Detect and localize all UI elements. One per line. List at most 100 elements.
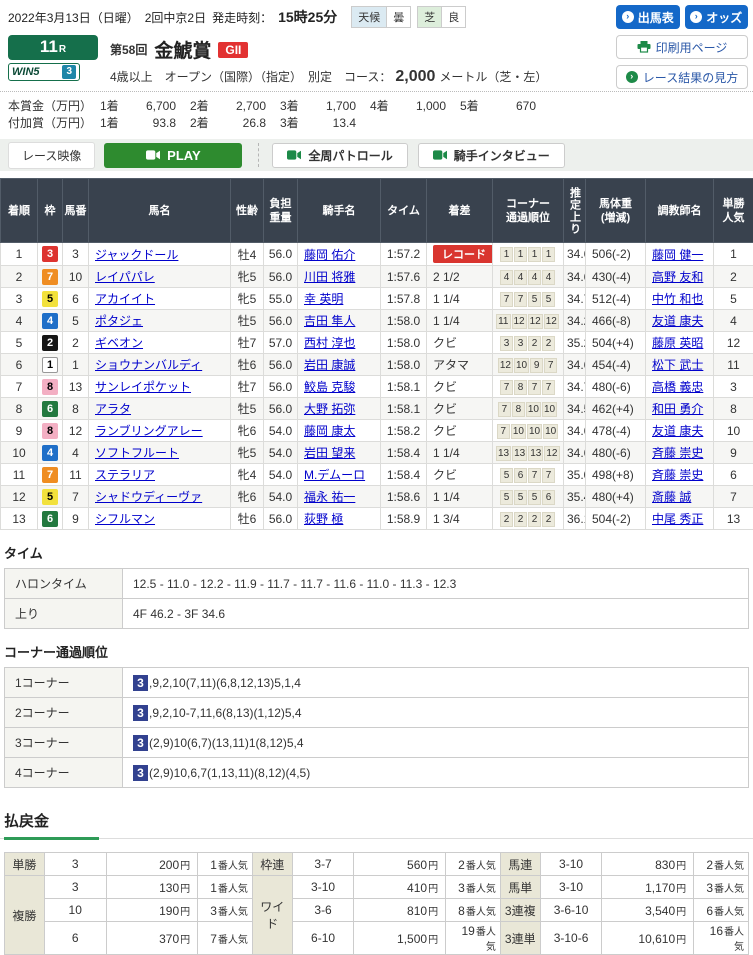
time-cell: 1:58.1 [381,398,427,420]
finish-pos: 3 [1,288,38,310]
horse-link[interactable]: アカイイト [95,292,155,306]
payout-row: 10 190円 3番人気 3-6 810円 8番人気 3連複 3-6-10 3,… [5,899,749,922]
jockey-link[interactable]: 大野 拓弥 [304,402,355,416]
horse-link[interactable]: シフルマン [95,512,155,526]
finish-pos: 7 [1,376,38,398]
divider [258,143,259,167]
horse-link[interactable]: サンレイポケット [95,380,191,394]
jockey-link[interactable]: 吉田 隼人 [304,314,355,328]
jockey-link[interactable]: 岩田 望来 [304,446,355,460]
corner-passage: 5556 [493,486,564,508]
play-button[interactable]: PLAY [104,143,242,168]
col-frame: 枠 [38,179,63,243]
frame-cell: 7 [38,266,63,288]
trainer-link[interactable]: 藤岡 健一 [652,248,703,262]
sex-age: 牡4 [231,243,264,266]
col-margin: 着差 [427,179,493,243]
frame-badge: 3 [42,246,58,262]
print-page-button[interactable]: 印刷用ページ [616,35,748,59]
horse-link[interactable]: ランブリングアレー [95,424,203,438]
pop-suffix: 番人気 [218,935,248,946]
prize-amount: 670 [490,98,536,115]
trainer-link[interactable]: 藤原 英昭 [652,336,703,350]
bet-type-trio: 3連複 [500,899,540,922]
trainer-link[interactable]: 中尾 秀正 [652,512,703,526]
sex-age: 牝5 [231,442,264,464]
margin-cell: クビ [427,398,493,420]
jockey-link[interactable]: 川田 将雅 [304,270,355,284]
furlong-times: 12.5 - 11.0 - 12.2 - 11.9 - 11.7 - 11.7 … [123,569,749,599]
odds-button[interactable]: › オッズ [685,5,749,29]
trainer-link[interactable]: 高橋 義忠 [652,380,703,394]
sex-age: 牝5 [231,266,264,288]
frame-cell: 4 [38,442,63,464]
jockey-link[interactable]: M.デムーロ [304,468,365,482]
col-horse-weight: 馬体重 (増減) [586,179,646,243]
horse-link[interactable]: レイパパレ [95,270,155,284]
carried-weight: 54.0 [264,486,298,508]
horse-link[interactable]: ソフトフルート [95,446,179,460]
trainer-cell: 中竹 和也 [646,288,714,310]
jockey-link[interactable]: 福永 祐一 [304,490,355,504]
trainer-link[interactable]: 斎藤 誠 [652,490,691,504]
trainer-link[interactable]: 斉藤 崇史 [652,446,703,460]
time-cell: 1:57.2 [381,243,427,266]
video-strip: レース映像 PLAY 全周パトロール 騎手インタビュー [0,139,753,171]
corner-pos: 4 [514,270,527,285]
horse-link[interactable]: ステラリア [95,468,155,482]
corner-order-text: (2,9)10,6,7(1,13,11)(8,12)(4,5) [149,766,310,780]
horse-name-cell: ポタジェ [89,310,231,332]
jockey-link[interactable]: 西村 淳也 [304,336,355,350]
corner-pos: 12 [512,314,527,329]
horse-link[interactable]: ポタジェ [95,314,143,328]
trainer-link[interactable]: 友道 康夫 [652,424,703,438]
course-distance: 2,000 [395,68,435,86]
corner-order: 3(2,9)10(6,7)(13,11)1(8,12)5,4 [123,728,749,758]
bet-popularity: 19番人気 [446,922,501,955]
results-guide-button[interactable]: › レース結果の見方 [616,65,748,89]
jockey-link[interactable]: 藤岡 康太 [304,424,355,438]
trainer-link[interactable]: 松下 武士 [652,358,703,372]
sex-age: 牡7 [231,332,264,354]
corner-pos: 6 [514,468,527,483]
race-number-suffix: R [59,44,66,55]
corner-pos: 9 [530,358,543,373]
jockey-interview-button[interactable]: 騎手インタビュー [418,143,565,168]
jockey-link[interactable]: 荻野 極 [304,512,343,526]
trainer-link[interactable]: 斉藤 崇史 [652,468,703,482]
col-horse-number: 馬番 [63,179,89,243]
jockey-link[interactable]: 岩田 康誠 [304,358,355,372]
corner-pos: 2 [542,512,555,527]
trainer-link[interactable]: 和田 勇介 [652,402,703,416]
jockey-link[interactable]: 藤岡 佑介 [304,248,355,262]
course-unit: メートル（芝・左） [439,68,547,85]
bet-popularity: 1番人気 [198,876,253,899]
record-badge: レコード [433,245,493,263]
bet-numbers: 3-10 [540,876,602,899]
jockey-link[interactable]: 幸 英明 [304,292,343,306]
payout-row: 単勝 3 200円 1番人気 枠連 3-7 560円 2番人気 馬連 3-10 … [5,853,749,876]
trainer-link[interactable]: 中竹 和也 [652,292,703,306]
corner-pos: 12 [544,446,559,461]
prize-rank: 3着 [280,98,310,115]
horse-link[interactable]: ショウナンバルディ [95,358,202,372]
jockey-cell: 川田 将雅 [298,266,381,288]
frame-badge: 2 [42,335,58,351]
entry-table-button[interactable]: › 出馬表 [616,5,680,29]
horse-number: 12 [63,420,89,442]
horse-link[interactable]: ジャックドール [95,248,178,262]
margin-cell: 1 1/4 [427,442,493,464]
pop-suffix: 番人気 [218,884,248,895]
patrol-video-button[interactable]: 全周パトロール [272,143,407,168]
carried-weight: 56.0 [264,398,298,420]
horse-link[interactable]: シャドウディーヴァ [95,490,202,504]
jockey-link[interactable]: 鮫島 克駿 [304,380,355,394]
trainer-link[interactable]: 友道 康夫 [652,314,703,328]
horse-link[interactable]: ギベオン [95,336,143,350]
frame-cell: 5 [38,486,63,508]
payout-title-underline [0,838,753,839]
win-popularity: 8 [714,398,753,420]
horse-link[interactable]: アラタ [95,402,131,416]
trainer-link[interactable]: 高野 友和 [652,270,703,284]
pop-suffix: 番人気 [466,884,496,895]
